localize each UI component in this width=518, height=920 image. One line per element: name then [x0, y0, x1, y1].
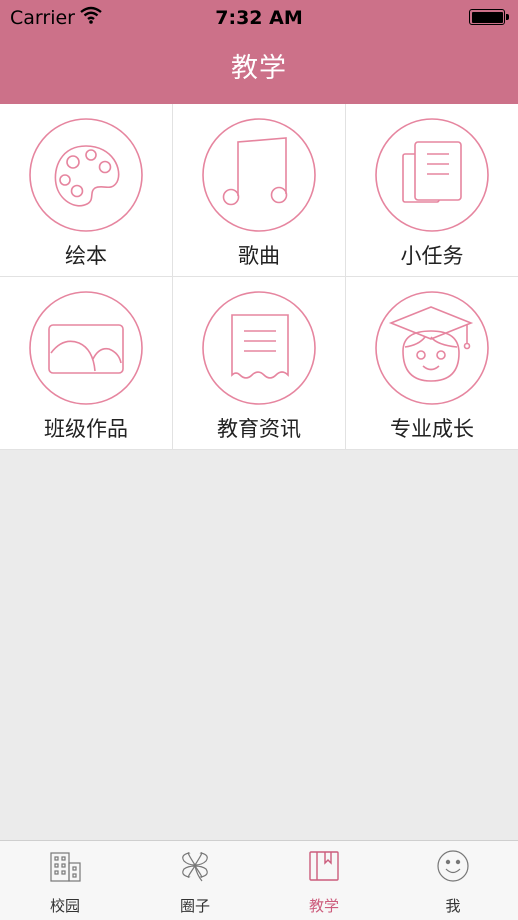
grid-divider: [0, 449, 518, 450]
menu-item-education-news[interactable]: 教育资讯: [173, 277, 345, 449]
palette-icon: [29, 118, 143, 232]
menu-item-small-tasks[interactable]: 小任务: [346, 104, 518, 276]
status-bar: Carrier 7:32 AM: [0, 0, 518, 34]
graduate-icon: [375, 291, 489, 405]
tab-label: 圈子: [179, 897, 210, 915]
music-note-icon: [202, 118, 316, 232]
clover-icon: [178, 849, 212, 883]
tab-label: 教学: [308, 897, 339, 915]
smiley-icon: [436, 849, 470, 883]
status-time: 7:32 AM: [215, 7, 303, 29]
page-title: 教学: [231, 53, 287, 84]
battery-icon: [469, 9, 509, 25]
menu-item-label: 教育资讯: [217, 417, 301, 441]
menu-item-label: 专业成长: [390, 417, 474, 441]
menu-item-label: 小任务: [400, 244, 464, 268]
menu-item-professional-growth[interactable]: 专业成长: [346, 277, 518, 449]
menu-item-songs[interactable]: 歌曲: [173, 104, 345, 276]
menu-item-picture-books[interactable]: 绘本: [0, 104, 172, 276]
picture-icon: [29, 291, 143, 405]
menu-item-label: 绘本: [65, 244, 107, 268]
tab-campus[interactable]: 校园: [0, 841, 130, 920]
building-icon: [48, 849, 82, 883]
header: Carrier 7:32 AM 教学: [0, 0, 518, 104]
receipt-icon: [202, 291, 316, 405]
grid-divider: [0, 276, 518, 277]
menu-item-label: 班级作品: [44, 417, 128, 441]
menu-item-class-works[interactable]: 班级作品: [0, 277, 172, 449]
tab-circle[interactable]: 圈子: [130, 841, 260, 920]
documents-icon: [375, 118, 489, 232]
tab-label: 我: [445, 897, 461, 915]
tab-bar: 校园 圈子 教学 我: [0, 840, 518, 920]
tab-label: 校园: [49, 897, 80, 915]
book-icon: [307, 849, 341, 883]
menu-item-label: 歌曲: [238, 244, 280, 268]
tab-me[interactable]: 我: [388, 841, 518, 920]
tab-teaching[interactable]: 教学: [259, 841, 389, 920]
